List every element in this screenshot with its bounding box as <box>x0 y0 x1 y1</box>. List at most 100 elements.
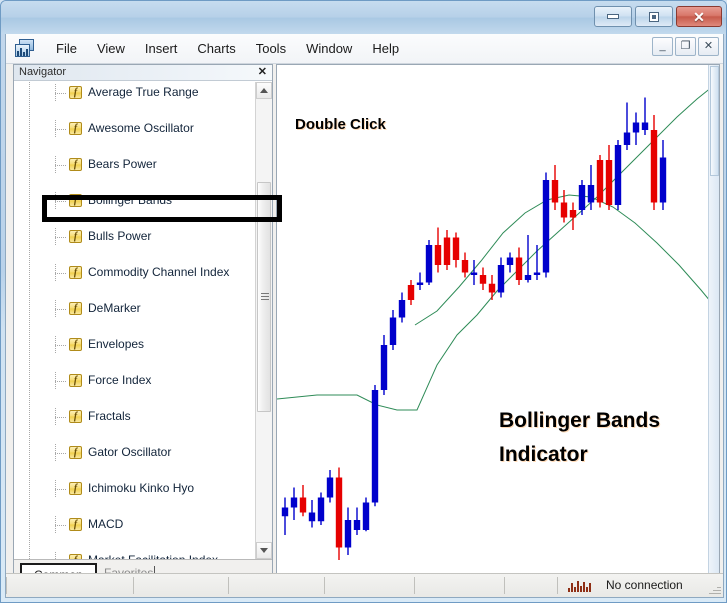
mdi-window-controls: _ ❐ ✕ <box>652 37 719 56</box>
tree-elbow-line <box>55 93 67 94</box>
signal-bars-icon <box>568 580 591 592</box>
annotation-indicator-title-line1: Bollinger Bands <box>499 409 661 432</box>
menu-item-file[interactable]: File <box>46 38 87 59</box>
candlestick <box>659 140 667 210</box>
menu-item-view[interactable]: View <box>87 38 135 59</box>
navigator-close-icon[interactable]: ✕ <box>258 65 267 80</box>
candlestick <box>623 102 631 150</box>
candlestick <box>479 267 487 290</box>
navigator-item-macd[interactable]: f MACD <box>14 516 248 534</box>
chart-panel[interactable]: Double Click Bollinger Bands Indicator <box>276 64 720 594</box>
window-controls: ✕ <box>594 6 722 27</box>
candlestick <box>632 112 640 145</box>
indicator-function-icon: f <box>69 122 82 135</box>
candlestick <box>389 310 397 350</box>
candlestick <box>560 190 568 223</box>
navigator-item-envelopes[interactable]: f Envelopes <box>14 336 248 354</box>
navigator-item-force-index[interactable]: f Force Index <box>14 372 248 390</box>
candlestick <box>344 507 352 555</box>
status-separator <box>6 577 7 594</box>
mdi-minimize-button[interactable]: _ <box>652 37 673 56</box>
indicator-function-icon: f <box>69 302 82 315</box>
navigator-item-label: Awesome Oscillator <box>88 121 194 135</box>
navigator-item-bulls-power[interactable]: f Bulls Power <box>14 228 248 246</box>
navigator-item-bollinger-bands[interactable]: f Bollinger Bands <box>14 192 248 210</box>
candlestick <box>353 507 361 535</box>
navigator-item-label: Commodity Channel Index <box>88 265 230 279</box>
indicator-function-icon: f <box>69 482 82 495</box>
navigator-item-bears-power[interactable]: f Bears Power <box>14 156 248 174</box>
resize-grip-icon[interactable] <box>707 581 721 595</box>
navigator-item-label: Average True Range <box>88 85 199 99</box>
navigator-item-label: Force Index <box>88 373 152 387</box>
indicator-function-icon: f <box>69 86 82 99</box>
candlestick <box>497 257 505 298</box>
close-icon: ✕ <box>693 8 705 25</box>
indicator-function-icon: f <box>69 518 82 531</box>
tree-branch-line <box>55 552 56 559</box>
scroll-down-arrow-icon[interactable] <box>256 542 272 559</box>
candlestick <box>506 252 514 273</box>
tree-elbow-line <box>55 417 67 418</box>
candlestick <box>461 252 469 278</box>
tree-elbow-line <box>55 345 67 346</box>
window-close-button[interactable]: ✕ <box>676 6 722 27</box>
menu-item-insert[interactable]: Insert <box>135 38 188 59</box>
navigator-item-awesome-oscillator[interactable]: f Awesome Oscillator <box>14 120 248 138</box>
menu-item-help[interactable]: Help <box>362 38 409 59</box>
indicator-function-icon: f <box>69 158 82 171</box>
tree-elbow-line <box>55 525 67 526</box>
menu-item-tools[interactable]: Tools <box>246 38 296 59</box>
annotation-indicator-title-line2: Indicator <box>499 443 588 466</box>
tree-elbow-line <box>55 237 67 238</box>
candlestick <box>614 140 622 210</box>
maximize-icon <box>649 11 659 22</box>
scroll-up-arrow-icon[interactable] <box>256 82 272 99</box>
navigator-scrollbar[interactable] <box>255 82 272 559</box>
candlestick <box>641 97 649 135</box>
window-minimize-button[interactable] <box>594 6 632 27</box>
navigator-item-commodity-channel-index[interactable]: f Commodity Channel Index <box>14 264 248 282</box>
candlestick <box>524 235 532 283</box>
navigator-item-market-facilitation-index[interactable]: fMarket Facilitation Index <box>14 552 248 559</box>
navigator-item-demarker[interactable]: f DeMarker <box>14 300 248 318</box>
scrollbar-thumb[interactable] <box>257 182 271 412</box>
candlestick <box>380 335 388 395</box>
candlestick <box>569 202 577 230</box>
candlestick <box>299 485 307 517</box>
candlestick <box>533 245 541 280</box>
indicator-function-icon: f <box>69 194 82 207</box>
navigator-item-label: Fractals <box>88 409 131 423</box>
candlestick <box>470 260 478 285</box>
navigator-panel: Navigator ✕ f Average True Range f Awesome … <box>13 64 282 594</box>
chart-scrollbar[interactable] <box>708 65 719 593</box>
candlestick <box>362 497 370 532</box>
chart-scrollbar-thumb[interactable] <box>710 66 719 176</box>
candlestick <box>587 165 595 210</box>
tree-elbow-line <box>55 309 67 310</box>
menu-item-charts[interactable]: Charts <box>187 38 245 59</box>
navigator-item-average-true-range[interactable]: f Average True Range <box>14 84 248 102</box>
mdi-restore-button[interactable]: ❐ <box>675 37 696 56</box>
tree-elbow-line <box>55 273 67 274</box>
navigator-tree[interactable]: f Average True Range f Awesome Oscillator f B… <box>14 82 272 559</box>
candlestick <box>515 247 523 285</box>
candlestick <box>335 467 343 560</box>
window-maximize-button[interactable] <box>635 6 673 27</box>
candlestick <box>542 172 550 278</box>
navigator-item-label: Gator Oscillator <box>88 445 172 459</box>
indicator-function-icon: f <box>69 446 82 459</box>
navigator-item-label: Envelopes <box>88 337 145 351</box>
mdi-close-button[interactable]: ✕ <box>698 37 719 56</box>
navigator-item-fractals[interactable]: f Fractals <box>14 408 248 426</box>
candlestick <box>443 230 451 270</box>
candlestick <box>371 385 379 507</box>
candlestick <box>416 272 424 290</box>
navigator-item-gator-oscillator[interactable]: f Gator Oscillator <box>14 444 248 462</box>
indicator-function-icon: f <box>69 338 82 351</box>
navigator-item-label: Bears Power <box>88 157 157 171</box>
candlestick <box>452 232 460 268</box>
navigator-item-ichimoku-kinko-hyo[interactable]: f Ichimoku Kinko Hyo <box>14 480 248 498</box>
candlestick <box>326 470 334 503</box>
menu-item-window[interactable]: Window <box>296 38 362 59</box>
